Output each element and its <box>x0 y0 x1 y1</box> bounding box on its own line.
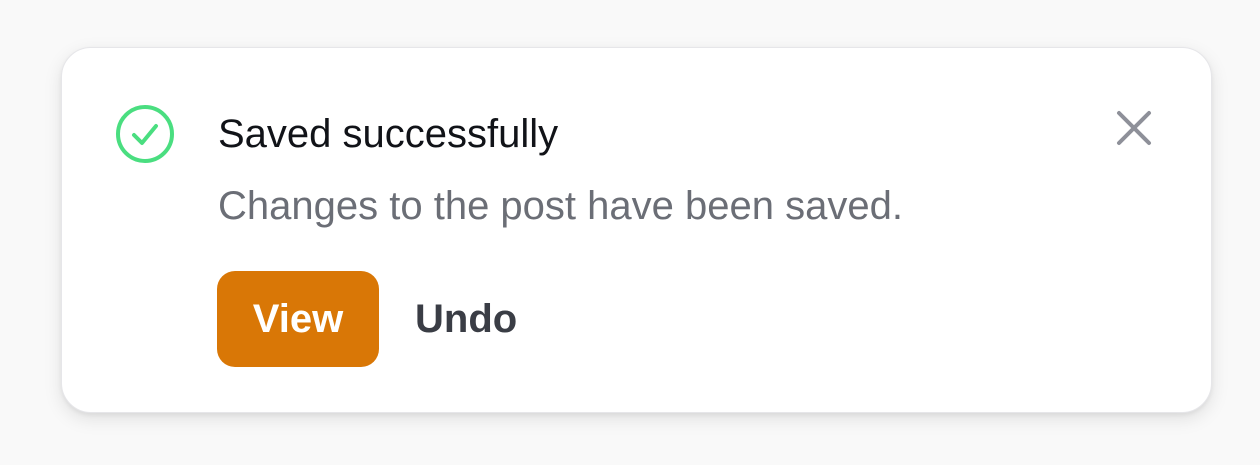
undo-button[interactable]: Undo <box>415 297 517 342</box>
close-icon <box>1114 111 1154 151</box>
check-circle-icon <box>115 104 175 164</box>
close-button[interactable] <box>1114 108 1154 148</box>
toast-title: Saved successfully <box>218 112 559 156</box>
success-toast: Saved successfully Changes to the post h… <box>61 47 1212 413</box>
view-button[interactable]: View <box>217 271 379 367</box>
toast-actions: View Undo <box>217 271 517 367</box>
toast-message: Changes to the post have been saved. <box>218 184 903 228</box>
